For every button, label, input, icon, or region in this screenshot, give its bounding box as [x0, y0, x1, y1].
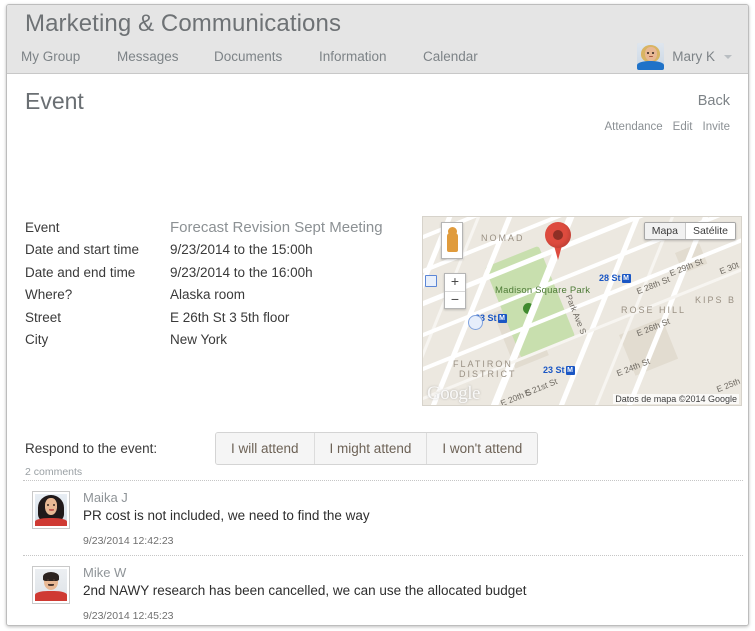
respond-row: Respond to the event: I will attend I mi…	[25, 432, 539, 465]
comment-timestamp: 9/23/2014 12:42:23	[83, 535, 174, 547]
detail-value: E 26th St 3 5th floor	[170, 309, 290, 325]
map-type-toggle[interactable]: Mapa Satélite	[643, 222, 736, 240]
user-menu[interactable]: Mary K	[637, 43, 732, 70]
back-link[interactable]: Back	[698, 93, 730, 109]
street-view-pegman-icon[interactable]	[441, 222, 463, 259]
divider	[23, 480, 743, 481]
detail-label: Where?	[25, 287, 73, 303]
nav-item-messages[interactable]: Messages	[117, 49, 179, 64]
subway-icon: M	[497, 314, 507, 323]
edit-link[interactable]: Edit	[673, 121, 693, 133]
main-navigation: My Group Messages Documents Information …	[7, 43, 748, 74]
detail-row: City New York	[25, 329, 415, 352]
detail-value: Forecast Revision Sept Meeting	[170, 218, 383, 236]
avatar	[32, 566, 70, 604]
nav-item-my-group[interactable]: My Group	[21, 49, 80, 64]
subway-icon: M	[565, 366, 575, 375]
page-content: Event Back Attendance Edit Invite Event …	[7, 74, 748, 625]
page-title: Event	[25, 88, 84, 114]
respond-label: Respond to the event:	[25, 441, 158, 456]
detail-value: New York	[170, 332, 228, 348]
nav-item-calendar[interactable]: Calendar	[423, 49, 478, 64]
subway-icon: M	[621, 274, 631, 283]
detail-row: Date and end time 9/23/2014 to the 16:00…	[25, 261, 415, 284]
comment-author: Mike W	[83, 565, 127, 580]
app-header: Marketing & Communications My Group Mess…	[7, 5, 748, 74]
rsvp-will-attend-button[interactable]: I will attend	[216, 433, 314, 464]
map-label: Madison Square Park	[495, 285, 591, 296]
map-zoom-controls[interactable]: + −	[444, 273, 466, 309]
nav-item-information[interactable]: Information	[319, 49, 387, 64]
brand-title: Marketing & Communications	[25, 10, 342, 37]
detail-label: Event	[25, 219, 60, 235]
comment-timestamp: 9/23/2014 12:45:23	[83, 610, 174, 622]
google-watermark: Google	[427, 383, 480, 404]
detail-value: 9/23/2014 to the 15:00h	[170, 242, 313, 258]
comment-author: Maika J	[83, 490, 128, 505]
chevron-down-icon	[724, 54, 732, 59]
attendance-link[interactable]: Attendance	[604, 121, 662, 133]
detail-label: Date and start time	[25, 242, 140, 258]
detail-label: Date and end time	[25, 264, 136, 280]
location-pin-icon	[545, 222, 571, 260]
comment-text: 2nd NAWY research has been cancelled, we…	[83, 583, 527, 598]
accessibility-icon	[468, 315, 483, 330]
detail-row: Where? Alaska room	[25, 284, 415, 307]
detail-label: Street	[25, 309, 62, 325]
map-label: KIPS B	[695, 295, 737, 305]
detail-row: Event Forecast Revision Sept Meeting	[25, 216, 415, 239]
detail-row: Date and start time 9/23/2014 to the 15:…	[25, 239, 415, 262]
comments-count: 2 comments	[25, 466, 83, 478]
detail-value: Alaska room	[170, 287, 246, 303]
rsvp-button-group: I will attend I might attend I won't att…	[215, 432, 539, 465]
map-attribution: Datos de mapa ©2014 Google	[613, 394, 739, 404]
user-name: Mary K	[672, 49, 715, 64]
map-label: ROSE HILL	[621, 305, 687, 315]
zoom-in-button[interactable]: +	[445, 274, 465, 291]
detail-label: City	[25, 332, 49, 348]
app-window: Marketing & Communications My Group Mess…	[6, 4, 749, 626]
zoom-out-button[interactable]: −	[445, 291, 465, 308]
detail-row: Street E 26th St 3 5th floor	[25, 306, 415, 329]
map-badge-icon[interactable]	[425, 275, 437, 287]
avatar	[637, 43, 665, 70]
event-location-map[interactable]: NOMAD Madison Square Park FLATIRON DISTR…	[422, 216, 742, 406]
avatar	[32, 491, 70, 529]
map-type-mapa[interactable]: Mapa	[644, 223, 685, 239]
map-label: FLATIRON	[453, 359, 513, 369]
event-action-links: Attendance Edit Invite	[604, 121, 730, 133]
rsvp-might-attend-button[interactable]: I might attend	[313, 433, 427, 464]
comment-text: PR cost is not included, we need to find…	[83, 508, 370, 523]
invite-link[interactable]: Invite	[703, 121, 731, 133]
map-label: NOMAD	[481, 233, 525, 243]
map-subway-stop: 28 St M	[599, 273, 631, 283]
map-subway-stop: 23 St M	[543, 365, 575, 375]
divider	[23, 555, 743, 556]
nav-item-documents[interactable]: Documents	[214, 49, 282, 64]
detail-value: 9/23/2014 to the 16:00h	[170, 264, 313, 280]
map-type-satelite[interactable]: Satélite	[684, 223, 735, 239]
map-label: DISTRICT	[459, 369, 517, 379]
rsvp-wont-attend-button[interactable]: I won't attend	[426, 433, 538, 464]
event-details: Event Forecast Revision Sept Meeting Dat…	[25, 216, 415, 351]
screenshot-root: Marketing & Communications My Group Mess…	[0, 0, 755, 631]
